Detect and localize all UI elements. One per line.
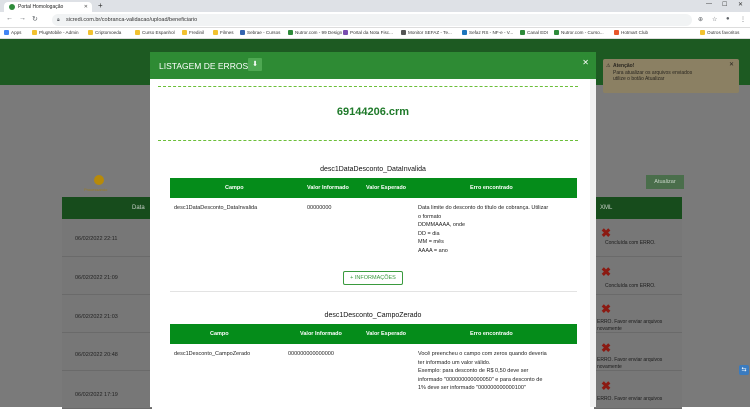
bookmark-item[interactable]: Sebrae - Cursos	[240, 30, 280, 35]
error-x-icon[interactable]: ✖	[601, 226, 611, 240]
back-icon[interactable]: ←	[6, 15, 13, 22]
side-widget-icon[interactable]: ⇆	[739, 365, 749, 375]
header-erro: Erro encontrado	[470, 331, 513, 337]
status-dot-label: Processando	[84, 187, 108, 192]
tab-strip: Portal Homologação ✕ + — ☐ ✕	[0, 0, 750, 12]
minimize-icon[interactable]: —	[706, 1, 712, 7]
atualizar-button[interactable]: Atualizar	[646, 175, 684, 189]
row-status: ERRO. Favor enviar arquivos novamente	[597, 319, 663, 332]
bookmark-item[interactable]: Hotmart Club	[614, 30, 648, 35]
close-tab-icon[interactable]: ✕	[84, 4, 88, 10]
cell-valor-informado: 000000000000000	[288, 351, 334, 357]
row-date: 06/02/2022 21:09	[75, 275, 118, 281]
cell-erro: Você preencheu o campo com zeros quando …	[418, 351, 547, 391]
toast-close-icon[interactable]: ✕	[729, 62, 734, 69]
header-campo: Campo	[210, 331, 229, 337]
header-valor-informado: Valor Informado	[300, 331, 342, 337]
bookmark-item[interactable]: PlugMobile - Admin	[32, 30, 79, 35]
modal-close-icon[interactable]: ✕	[582, 58, 589, 67]
url-bar[interactable]: 🔒︎ sicredi.com.br/cobranca-validacao/upl…	[52, 14, 692, 26]
star-icon[interactable]: ☆	[712, 16, 717, 23]
errors-modal: LISTAGEM DE ERROS ⬇ ✕ 69144206.crm desc1…	[150, 52, 596, 407]
bookmark-item[interactable]: Monitor SEFAZ - Te...	[401, 30, 452, 35]
header-valor-esperado: Valor Esperado	[366, 331, 407, 337]
column-data-header: Data	[132, 205, 145, 211]
bookmarks-bar: Apps PlugMobile - Admin Criptomoeda Curs…	[0, 28, 750, 39]
bookmark-item[interactable]: Criptomoeda	[88, 30, 121, 35]
row-status: Concluída com ERRO.	[605, 283, 656, 289]
address-toolbar: ← → ↻ 🔒︎ sicredi.com.br/cobranca-validac…	[0, 12, 750, 28]
column-xml-header: XML	[600, 205, 613, 211]
header-campo: Campo	[225, 185, 244, 191]
forward-icon[interactable]: →	[19, 15, 26, 22]
header-valor-informado: Valor Informado	[307, 185, 349, 191]
row-status: Concluída com ERRO.	[605, 240, 656, 246]
error-x-icon[interactable]: ✖	[601, 341, 611, 355]
bookmark-item[interactable]: Outros favoritos	[700, 30, 739, 35]
header-valor-esperado: Valor Esperado	[366, 185, 407, 191]
section-title: desc1Desconto_CampoZerado	[324, 312, 422, 319]
new-tab-icon[interactable]: +	[98, 1, 103, 10]
cell-campo: desc1DataDesconto_DataInvalida	[174, 205, 258, 211]
lock-icon: 🔒︎	[57, 17, 60, 23]
cell-campo: desc1Desconto_CampoZerado	[174, 351, 251, 357]
site-favicon-icon	[9, 4, 15, 10]
modal-title: LISTAGEM DE ERROS	[159, 61, 249, 71]
bookmark-item[interactable]: Fredinil	[182, 30, 204, 35]
maximize-icon[interactable]: ☐	[722, 1, 727, 8]
row-date: 06/02/2022 20:48	[75, 352, 118, 358]
toast-line2: utilize o botão Atualizar	[613, 76, 665, 82]
error-x-icon[interactable]: ✖	[601, 379, 611, 393]
errors-table-header: Campo Valor Informado Valor Esperado Err…	[170, 178, 577, 198]
bookmark-item[interactable]: Nutror.com - 99 Design	[288, 30, 342, 35]
row-status: ERRO. Favor enviar arquivos novamente	[597, 357, 663, 370]
menu-icon[interactable]: ⋮	[740, 16, 746, 23]
errors-table-header: Campo Valor Informado Valor Esperado Err…	[170, 324, 577, 344]
reload-icon[interactable]: ↻	[32, 15, 38, 23]
modal-header: LISTAGEM DE ERROS ⬇ ✕	[150, 52, 596, 79]
bookmark-item[interactable]: Nutror.com - Curso...	[554, 30, 604, 35]
divider	[158, 86, 578, 87]
bookmark-item[interactable]: Canal EDI	[520, 30, 548, 35]
row-date: 06/02/2022 22:11	[75, 236, 118, 242]
tab-title: Portal Homologação	[18, 4, 64, 10]
extensions-icon[interactable]: ⊕	[698, 16, 703, 23]
warning-icon: ⚠	[606, 63, 611, 69]
error-x-icon[interactable]: ✖	[601, 302, 611, 316]
divider	[170, 291, 577, 292]
url-text: sicredi.com.br/cobranca-validacao/upload…	[66, 17, 198, 23]
cell-erro: Data limite do desconto do título de cob…	[418, 205, 549, 254]
file-name: 69144206.crm	[336, 106, 410, 118]
cell-valor-informado: 00000000	[307, 205, 332, 211]
row-date: 06/02/2022 17:19	[75, 392, 118, 398]
divider	[158, 140, 578, 141]
bookmark-item[interactable]: Apps	[4, 30, 21, 35]
row-status: ERRO. Favor enviar arquivos	[597, 396, 663, 402]
download-icon[interactable]: ⬇	[248, 58, 262, 71]
bookmark-item[interactable]: Filmes	[213, 30, 234, 35]
attention-toast: ⚠ Atenção! Para atualizar os arquivos en…	[603, 59, 739, 93]
table-row	[62, 371, 152, 409]
row-date: 06/02/2022 21:03	[75, 314, 118, 320]
bookmark-item[interactable]: Portal da Nota Fisc...	[343, 30, 393, 35]
section-title: desc1DataDesconto_DataInvalida	[320, 166, 426, 173]
browser-tab[interactable]: Portal Homologação ✕	[4, 2, 92, 12]
error-x-icon[interactable]: ✖	[601, 265, 611, 279]
modal-scrollbar[interactable]	[590, 79, 596, 407]
bookmark-item[interactable]: Sefaz RS - NF-e - V...	[462, 30, 513, 35]
header-erro: Erro encontrado	[470, 185, 513, 191]
close-window-icon[interactable]: ✕	[738, 1, 743, 8]
informacoes-button[interactable]: + INFORMAÇÕES	[343, 271, 403, 285]
profile-icon[interactable]: ●	[726, 16, 730, 22]
status-dot-icon	[94, 175, 104, 185]
bookmark-item[interactable]: Curso Espanhol	[135, 30, 175, 35]
